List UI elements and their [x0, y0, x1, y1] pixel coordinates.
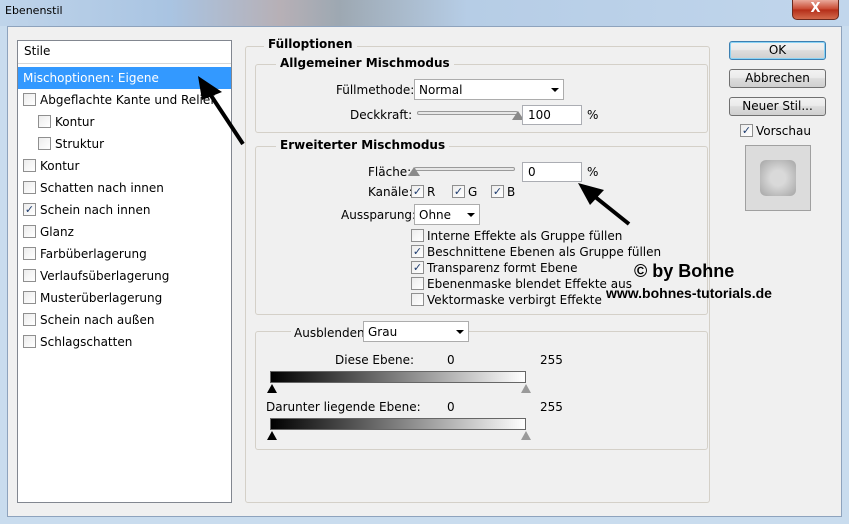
- arrow-to-fill-field: [578, 183, 631, 226]
- arrow-to-blending-options: [198, 76, 245, 146]
- annotation-arrows: [198, 76, 631, 226]
